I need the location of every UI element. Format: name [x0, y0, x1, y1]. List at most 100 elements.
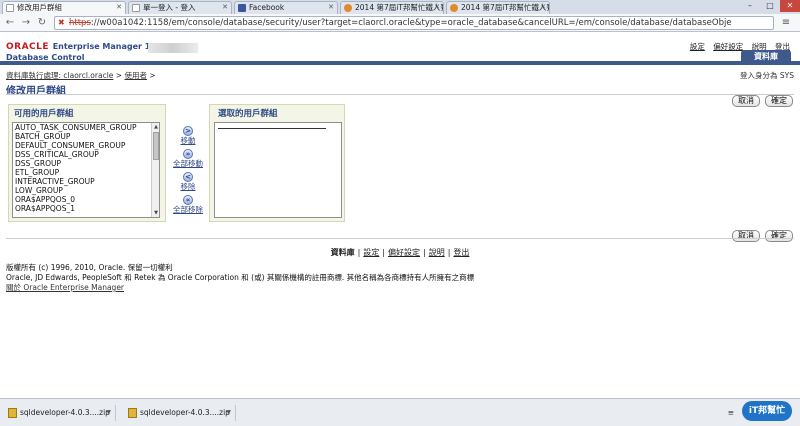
- close-icon[interactable]: ✕: [434, 2, 440, 13]
- footer-preferences-link[interactable]: 偏好設定: [388, 248, 420, 257]
- download-filename: sqldeveloper-4.0.3....zip: [140, 408, 230, 417]
- close-icon[interactable]: ✕: [328, 2, 334, 13]
- list-item[interactable]: AUTO_TASK_CONSUMER_GROUP: [13, 123, 159, 132]
- about-oem-link[interactable]: 關於 Oracle Enterprise Manager: [6, 283, 474, 293]
- chevron-down-icon[interactable]: ▼: [106, 405, 111, 421]
- available-groups-list[interactable]: AUTO_TASK_CONSUMER_GROUP BATCH_GROUP DEF…: [12, 122, 160, 218]
- list-item[interactable]: BATCH_GROUP: [13, 132, 159, 141]
- maximize-icon[interactable]: □: [760, 0, 780, 12]
- list-item[interactable]: ORA$APPQOS_1: [13, 204, 159, 213]
- move-left-icon[interactable]: <: [183, 172, 193, 182]
- remove-all-button[interactable]: « 全部移除: [171, 195, 205, 214]
- browser-tab-1[interactable]: 修改用戶群組 ✕: [2, 1, 126, 14]
- oracle-logo: ORACLE Enterprise Manager 11g: [6, 42, 162, 52]
- download-item[interactable]: sqldeveloper-4.0.3....zip ▼: [124, 405, 236, 421]
- preferences-link[interactable]: 偏好設定: [713, 42, 743, 51]
- ithome-icon: [450, 4, 458, 12]
- remove-all-left-icon[interactable]: «: [183, 195, 193, 205]
- move-label[interactable]: 移動: [171, 136, 205, 145]
- close-icon[interactable]: ✕: [116, 2, 122, 13]
- tab-title: Facebook: [249, 3, 285, 12]
- close-icon[interactable]: ✕: [540, 2, 546, 13]
- ok-button[interactable]: 確定: [765, 95, 793, 107]
- browser-tab-2[interactable]: 單一登入 - 登入 ✕: [128, 1, 232, 14]
- address-bar[interactable]: ✖ https://w00a1042:1158/em/console/datab…: [54, 16, 774, 30]
- download-item[interactable]: sqldeveloper-4.0.3....zip ▼: [4, 405, 116, 421]
- download-bar: sqldeveloper-4.0.3....zip ▼ sqldeveloper…: [0, 398, 800, 426]
- tab-title: 2014 第7屆iT邦幫忙鐵人賽: [461, 3, 550, 12]
- footer-database-link[interactable]: 資料庫: [331, 248, 355, 257]
- footer-links: 資料庫 | 設定 | 偏好設定 | 說明 | 登出: [330, 248, 470, 257]
- oracle-wordmark: ORACLE: [6, 42, 50, 52]
- zip-file-icon: [8, 408, 17, 418]
- move-all-button[interactable]: » 全部移動: [171, 149, 205, 168]
- divider: [6, 94, 794, 95]
- footer-logout-link[interactable]: 登出: [453, 248, 469, 257]
- download-filename: sqldeveloper-4.0.3....zip: [20, 408, 110, 417]
- copyright-line-2: Oracle, JD Edwards, PeopleSoft 和 Retek 為…: [6, 273, 475, 282]
- forward-icon[interactable]: →: [20, 17, 32, 29]
- selected-groups-list[interactable]: [214, 122, 342, 218]
- list-item[interactable]: DSS_GROUP: [13, 159, 159, 168]
- cancel-button[interactable]: 取消: [732, 95, 760, 107]
- breadcrumb-separator: >: [115, 71, 123, 80]
- remove-label[interactable]: 移除: [171, 182, 205, 191]
- facebook-icon: [238, 4, 246, 12]
- login-as: 登入身分為 SYS: [740, 71, 794, 80]
- list-item[interactable]: INTERACTIVE_GROUP: [13, 177, 159, 186]
- url-rest: ://w00a1042:1158/em/console/database/sec…: [90, 18, 732, 28]
- list-item[interactable]: DEFAULT_CONSUMER_GROUP: [13, 141, 159, 150]
- move-all-right-icon[interactable]: »: [183, 149, 193, 159]
- available-groups-label: 可用的用戶群組: [14, 109, 74, 119]
- browser-tab-3[interactable]: Facebook ✕: [234, 1, 338, 14]
- list-item[interactable]: ORA$APPQOS_0: [13, 195, 159, 204]
- url-scheme: https: [69, 18, 91, 28]
- tab-title: 2014 第7屆iT邦幫忙鐵人賽: [355, 3, 444, 12]
- ok-button-bottom[interactable]: 確定: [765, 230, 793, 242]
- setup-link[interactable]: 設定: [690, 42, 705, 51]
- selected-groups-label: 選取的用戶群組: [218, 109, 278, 119]
- browser-tabstrip: 修改用戶群組 ✕ 單一登入 - 登入 ✕ Facebook ✕ 2014 第7屆…: [0, 0, 800, 14]
- list-scrollbar[interactable]: ▲ ▼: [151, 123, 159, 217]
- copyright: 版權所有 (c) 1996, 2010, Oracle. 保留一切權利 Orac…: [6, 263, 474, 293]
- tab-title: 修改用戶群組: [17, 3, 62, 12]
- browser-menu-icon[interactable]: ≡: [780, 17, 792, 29]
- close-icon[interactable]: ✕: [222, 2, 228, 13]
- breadcrumb-db-instance[interactable]: 資料庫執行處理: claorcl.oracle: [6, 71, 113, 80]
- copyright-line-1: 版權所有 (c) 1996, 2010, Oracle. 保留一切權利: [6, 263, 173, 272]
- scroll-up-icon[interactable]: ▲: [152, 123, 159, 131]
- move-all-label[interactable]: 全部移動: [171, 159, 205, 168]
- product-name: Enterprise Manager 11: [52, 42, 156, 51]
- list-item[interactable]: DSS_CRITICAL_GROUP: [13, 150, 159, 159]
- zip-file-icon: [128, 408, 137, 418]
- breadcrumb: 資料庫執行處理: claorcl.oracle > 使用者 >: [6, 70, 156, 81]
- move-right-icon[interactable]: >: [183, 126, 193, 136]
- list-item[interactable]: LOW_GROUP: [13, 186, 159, 195]
- page-icon: [132, 4, 140, 12]
- reload-icon[interactable]: ↻: [36, 17, 48, 29]
- empty-selection-line: [218, 128, 326, 129]
- breadcrumb-users[interactable]: 使用者: [124, 71, 147, 80]
- scroll-down-icon[interactable]: ▼: [152, 209, 159, 217]
- browser-tab-5[interactable]: 2014 第7屆iT邦幫忙鐵人賽 ✕: [446, 1, 550, 14]
- chevron-down-icon[interactable]: ▼: [226, 405, 231, 421]
- minimize-icon[interactable]: –: [740, 0, 760, 12]
- ithome-icon: [344, 4, 352, 12]
- close-window-icon[interactable]: ✕: [780, 0, 800, 12]
- divider: [6, 238, 794, 239]
- move-button[interactable]: > 移動: [171, 126, 205, 145]
- remove-button[interactable]: < 移除: [171, 172, 205, 191]
- list-item[interactable]: ETL_GROUP: [13, 168, 159, 177]
- ithome-watermark: iT邦幫忙: [732, 401, 794, 425]
- header-bar: [0, 61, 800, 65]
- footer-help-link[interactable]: 說明: [429, 248, 445, 257]
- ithome-logo: iT邦幫忙: [742, 401, 792, 421]
- scroll-thumb[interactable]: [153, 132, 159, 160]
- breadcrumb-separator: >: [149, 71, 156, 80]
- insecure-lock-icon: ✖: [58, 18, 65, 27]
- footer-setup-link[interactable]: 設定: [363, 248, 379, 257]
- remove-all-label[interactable]: 全部移除: [171, 205, 205, 214]
- back-icon[interactable]: ←: [4, 17, 16, 29]
- browser-tab-4[interactable]: 2014 第7屆iT邦幫忙鐵人賽 ✕: [340, 1, 444, 14]
- cancel-button-bottom[interactable]: 取消: [732, 230, 760, 242]
